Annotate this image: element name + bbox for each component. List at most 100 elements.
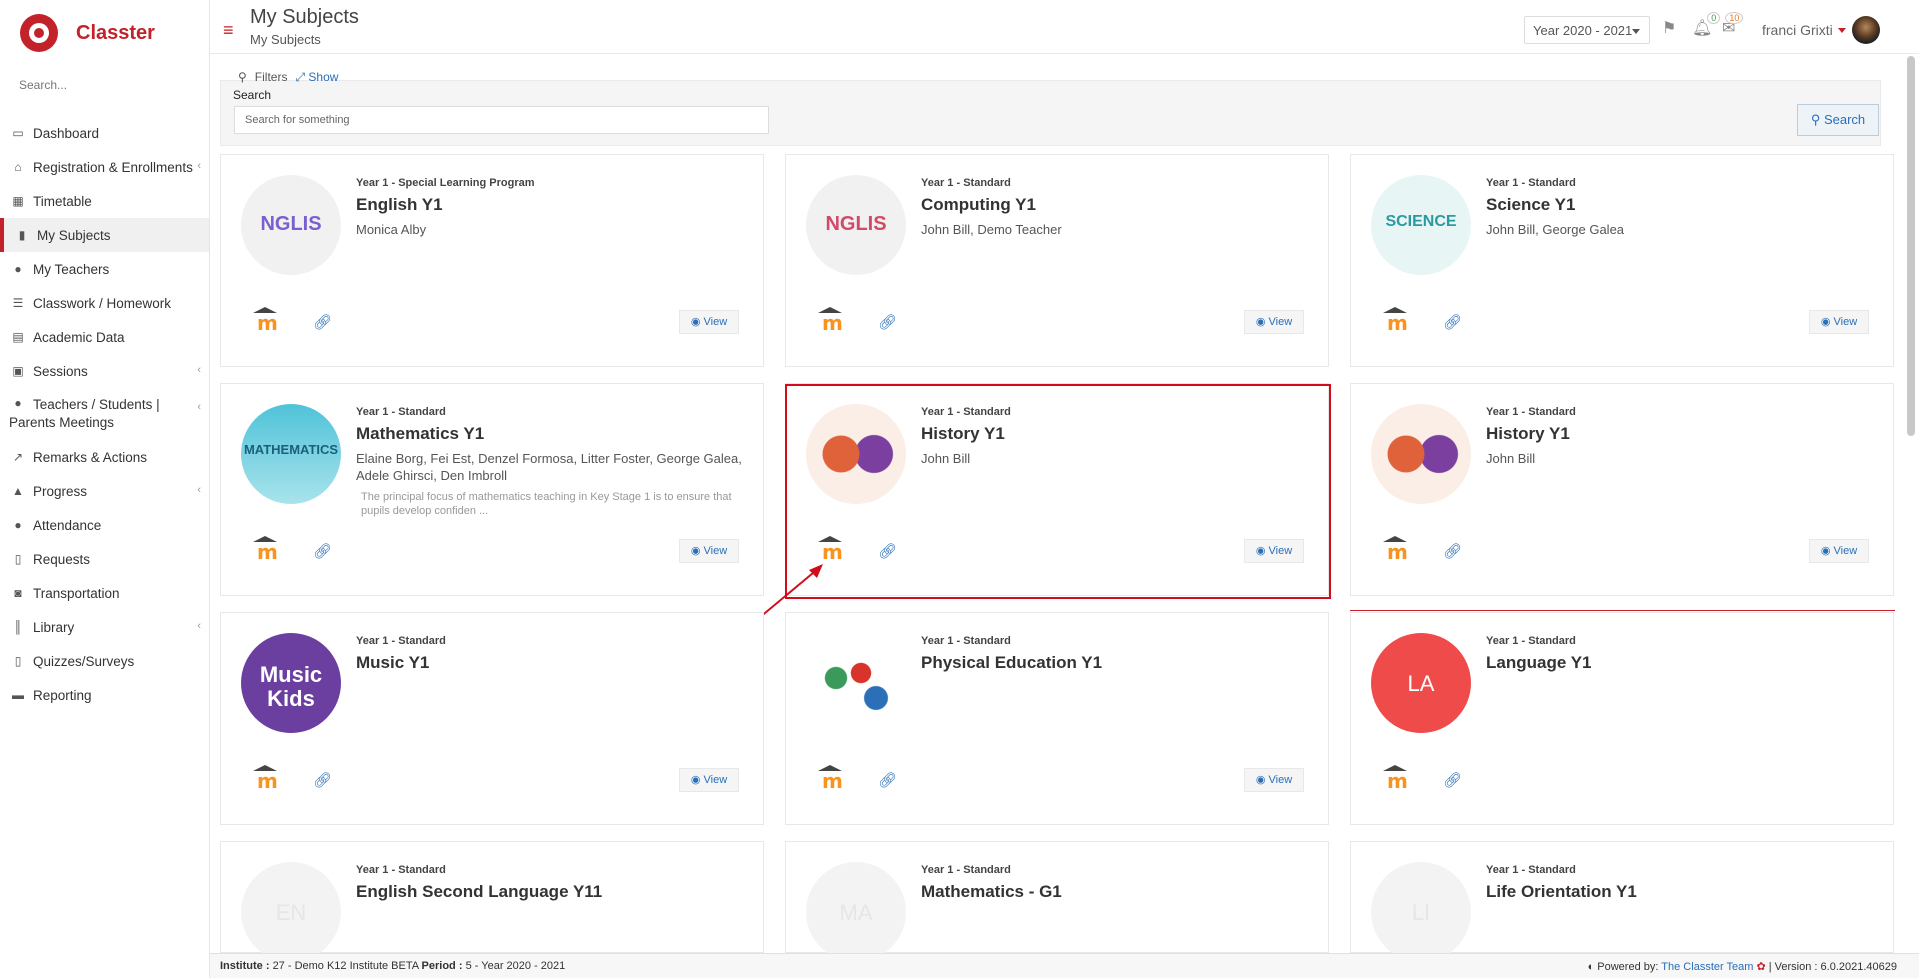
subject-name[interactable]: English Second Language Y11 [356, 882, 602, 902]
sidebar-item-progress[interactable]: ▲ Progress ‹ [0, 474, 209, 508]
moodle-icon[interactable]: m [1381, 765, 1411, 793]
moodle-icon[interactable]: m [251, 536, 281, 564]
user-name[interactable]: franci Grixti [1762, 22, 1833, 38]
subject-thumbnail: NGLIS [241, 175, 341, 275]
moodle-icon[interactable]: m [251, 307, 281, 335]
annotation-arrow [758, 564, 823, 619]
sidebar-item-reporting[interactable]: ▬ Reporting [0, 678, 209, 712]
subject-name[interactable]: Mathematics - G1 [921, 882, 1062, 902]
view-button[interactable]: ◉ View [1244, 310, 1304, 334]
sidebar-item-academic-data[interactable]: ▤ Academic Data [0, 320, 209, 354]
search-input[interactable]: Search for something [234, 106, 769, 134]
bus-icon: ◙ [14, 586, 22, 600]
sidebar-item-attendance[interactable]: ● Attendance [0, 508, 209, 542]
moodle-icon[interactable]: m [251, 765, 281, 793]
moodle-icon[interactable]: m [816, 765, 846, 793]
footer: Institute : 27 - Demo K12 Institute BETA… [210, 953, 1919, 978]
messages-badge: 10 [1725, 12, 1744, 24]
scrollbar[interactable] [1907, 56, 1915, 436]
moodle-icon[interactable]: m [816, 307, 846, 335]
sidebar-search-input[interactable]: Search... [0, 66, 209, 106]
logo[interactable]: Classter [0, 0, 209, 66]
view-button[interactable]: ◉ View [679, 768, 739, 792]
sidebar-item-meetings[interactable]: ● Teachers / Students | Parents Meetings ‹ [0, 388, 209, 440]
subject-name[interactable]: Science Y1 [1486, 195, 1575, 215]
sidebar-item-quizzes[interactable]: ▯ Quizzes/Surveys [0, 644, 209, 678]
subject-card[interactable]: Year 1 - Standard Physical Education Y1 … [785, 612, 1329, 825]
subject-card[interactable]: Year 1 - Standard History Y1 John Bill m… [1350, 383, 1894, 596]
sidebar-item-timetable[interactable]: ▦ Timetable [0, 184, 209, 218]
calendar-icon: ▦ [12, 194, 24, 208]
link-icon[interactable]: 🔗︎ [1443, 771, 1462, 789]
subject-name[interactable]: Life Orientation Y1 [1486, 882, 1637, 902]
breadcrumb: My Subjects [250, 32, 321, 47]
classter-team-link[interactable]: The Classter Team [1661, 961, 1753, 973]
avatar[interactable] [1852, 16, 1880, 44]
show-filters-link[interactable]: ⤢ Show [295, 70, 338, 85]
view-button[interactable]: ◉ View [679, 310, 739, 334]
link-icon[interactable]: 🔗︎ [313, 313, 332, 331]
subject-name[interactable]: English Y1 [356, 195, 443, 215]
moodle-icon[interactable]: m [1381, 536, 1411, 564]
link-icon[interactable]: 🔗︎ [1443, 542, 1462, 560]
link-icon[interactable]: 🔗︎ [878, 313, 897, 331]
bell-icon[interactable]: 🔔︎ 0 [1692, 12, 1721, 38]
link-icon[interactable]: 🔗︎ [313, 542, 332, 560]
id-card-icon: ▤ [12, 330, 24, 344]
subject-card[interactable]: MA Year 1 - Standard Mathematics - G1 [785, 841, 1329, 962]
chevron-left-icon: ‹ [197, 484, 201, 496]
subject-card[interactable]: SCIENCE Year 1 - Standard Science Y1 Joh… [1350, 154, 1894, 367]
classter-logo-icon: ✿ [1756, 961, 1766, 973]
view-button[interactable]: ◉ View [1809, 539, 1869, 563]
sidebar-item-classwork[interactable]: ☰ Classwork / Homework [0, 286, 209, 320]
caret-down-icon[interactable] [1838, 28, 1846, 33]
subject-card[interactable]: LA Year 1 - Standard Language Y1 m 🔗︎ [1350, 612, 1894, 825]
year-select[interactable]: Year 2020 - 2021 [1524, 16, 1650, 44]
sidebar-item-remarks[interactable]: ↗ Remarks & Actions [0, 440, 209, 474]
subject-name[interactable]: Language Y1 [1486, 653, 1592, 673]
view-button[interactable]: ◉ View [1809, 310, 1869, 334]
subject-card[interactable]: MATHEMATICS Year 1 - Standard Mathematic… [220, 383, 764, 596]
graduation-icon: ▲ [12, 484, 24, 498]
subject-thumbnail [1371, 404, 1471, 504]
sidebar-item-sessions[interactable]: ▣ Sessions ‹ [0, 354, 209, 388]
link-icon[interactable]: 🔗︎ [1443, 313, 1462, 331]
subject-card[interactable]: Music Kids Year 1 - Standard Music Y1 m … [220, 612, 764, 825]
subject-thumbnail: MATHEMATICS [241, 404, 341, 504]
subject-thumbnail: LA [1371, 633, 1471, 733]
subject-name[interactable]: Physical Education Y1 [921, 653, 1102, 673]
sidebar-item-my-subjects[interactable]: ▮ My Subjects [0, 218, 209, 252]
subject-name[interactable]: History Y1 [1486, 424, 1570, 444]
subject-name[interactable]: Mathematics Y1 [356, 424, 484, 444]
sidebar-item-transportation[interactable]: ◙ Transportation [0, 576, 209, 610]
subject-card[interactable]: NGLIS Year 1 - Special Learning Program … [220, 154, 764, 367]
sidebar-item-requests[interactable]: ▯ Requests [0, 542, 209, 576]
subject-thumbnail: Music Kids [241, 633, 341, 733]
sidebar-item-registration[interactable]: ⌂ Registration & Enrollments ‹ [0, 150, 209, 184]
link-icon[interactable]: 🔗︎ [878, 771, 897, 789]
sidebar-item-library[interactable]: ║ Library ‹ [0, 610, 209, 644]
logo-text: Classter [76, 21, 155, 44]
subject-card[interactable]: EN Year 1 - Standard English Second Lang… [220, 841, 764, 962]
mail-icon[interactable]: ✉ 10 [1722, 12, 1744, 38]
subject-thumbnail: SCIENCE [1371, 175, 1471, 275]
search-button[interactable]: ⚲ Search [1797, 104, 1879, 136]
subject-card[interactable]: LI Year 1 - Standard Life Orientation Y1 [1350, 841, 1894, 962]
menu-toggle-icon[interactable]: ≡ [223, 20, 234, 41]
subject-thumbnail: EN [241, 862, 341, 962]
view-button[interactable]: ◉ View [679, 539, 739, 563]
subject-card[interactable]: NGLIS Year 1 - Standard Computing Y1 Joh… [785, 154, 1329, 367]
search-icon: ⚲ [238, 70, 247, 84]
view-button[interactable]: ◉ View [1244, 768, 1304, 792]
moodle-icon[interactable]: m [1381, 307, 1411, 335]
power-icon: ◐ [1587, 961, 1595, 973]
chevron-left-icon: ‹ [197, 364, 201, 376]
subject-name[interactable]: Computing Y1 [921, 195, 1036, 215]
laptop-icon: ▭ [12, 126, 24, 140]
highlight-box [785, 384, 1331, 599]
subject-name[interactable]: Music Y1 [356, 653, 429, 673]
flag-icon[interactable]: ⚑ [1662, 18, 1676, 38]
sidebar-item-my-teachers[interactable]: ● My Teachers [0, 252, 209, 286]
link-icon[interactable]: 🔗︎ [313, 771, 332, 789]
sidebar-item-dashboard[interactable]: ▭ Dashboard [0, 116, 209, 150]
